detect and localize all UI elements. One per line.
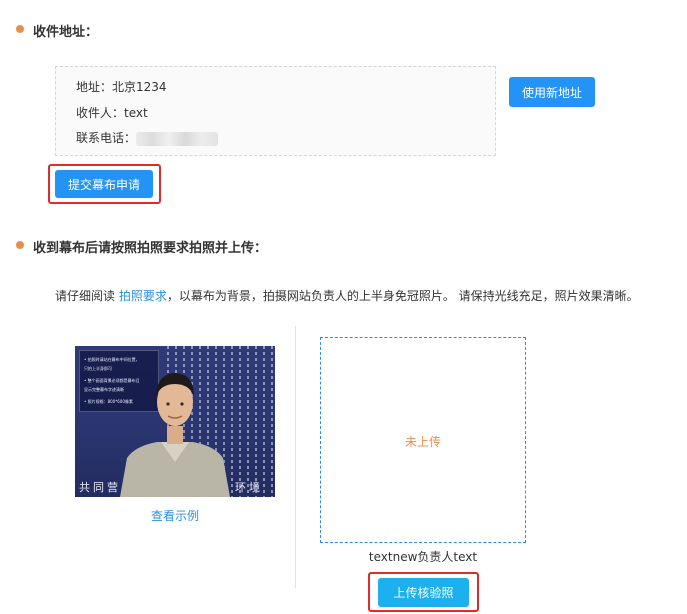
photo-instructions: 请仔细阅读 拍照要求，以幕布为背景，拍摄网站负责人的上半身免冠照片。 请保持光线… [55,287,639,304]
upload-caption: textnew负责人text [368,550,478,564]
view-example-link[interactable]: 查看示例 [75,507,275,524]
recipient-text: 收件人：text [76,106,148,120]
backdrop-text-left: 共同营 [79,481,121,494]
section-bullet-icon [16,25,24,33]
photo-requirements-link[interactable]: 拍照要求 [119,289,167,303]
instruction-suffix: ，以幕布为背景，拍摄网站负责人的上半身免冠照片。 请保持光线充足，照片效果清晰。 [166,289,639,303]
submit-curtain-request-button[interactable]: 提交幕布申请 [55,170,153,198]
example-photo: • 拍照时请站在幕布中间位置， 只拍上半身即可 • 整个画面背景必须都是幕布且 … [75,346,275,497]
phone-label: 联系电话： [76,131,137,145]
upload-verification-photo-button[interactable]: 上传核验照 [378,578,469,607]
address-text: 地址：北京1234 [76,80,167,94]
column-divider [295,326,296,588]
shipping-section-title: 收件地址： [33,25,99,40]
phone-redacted [136,131,219,146]
photo-section-title: 收到幕布后请按照拍照要求拍照并上传： [33,241,268,256]
upload-status: 未上传 [404,435,441,449]
instruction-prefix: 请仔细阅读 [55,289,119,303]
phone-row: 联系电话： [76,129,219,146]
backdrop-text-right: 环境 [235,481,263,494]
person-silhouette [120,373,230,497]
address-card: 地址：北京1234 收件人：text 联系电话： [55,66,496,156]
use-new-address-button[interactable]: 使用新地址 [509,77,595,107]
section-bullet-icon [16,241,24,249]
photo-upload-area[interactable]: 未上传 [320,337,526,543]
